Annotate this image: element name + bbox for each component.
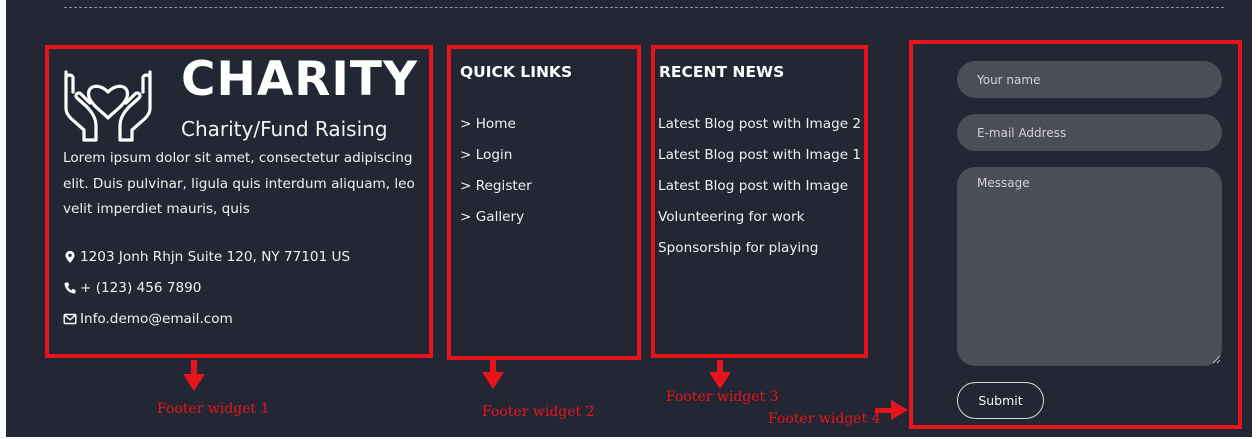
quick-link-gallery[interactable]: > Gallery xyxy=(460,207,524,227)
annotation-footer-widget-4: Footer widget 4 xyxy=(768,411,881,427)
news-item[interactable]: Sponsorship for playing xyxy=(658,238,874,258)
charity-hands-heart-icon xyxy=(64,70,152,142)
recent-news-heading: RECENT NEWS xyxy=(659,63,785,81)
brand-subtitle: Charity/Fund Raising xyxy=(181,117,388,141)
address-line: 1203 Jonh Rhjn Suite 120, NY 77101 US xyxy=(63,247,350,267)
email-input[interactable] xyxy=(957,114,1222,151)
resize-grip-icon[interactable] xyxy=(1212,355,1221,364)
envelope-icon xyxy=(63,313,77,325)
name-input[interactable] xyxy=(957,61,1222,98)
page-edge-left xyxy=(0,0,6,439)
arrow-down-icon xyxy=(709,360,731,389)
arrow-down-icon xyxy=(183,360,205,391)
phone-line: + (123) 456 7890 xyxy=(63,278,201,298)
footer-widget-2-highlight xyxy=(447,45,641,360)
news-item[interactable]: Latest Blog post with Image 1 xyxy=(658,145,874,165)
news-item[interactable]: Latest Blog post with Image 2 xyxy=(658,114,874,134)
annotation-footer-widget-1: Footer widget 1 xyxy=(157,401,270,417)
footer-widget-3-highlight xyxy=(651,45,868,358)
quick-link-register[interactable]: > Register xyxy=(460,176,532,196)
submit-button[interactable]: Submit xyxy=(957,382,1044,419)
email-text[interactable]: Info.demo@email.com xyxy=(80,309,233,329)
footer-divider xyxy=(64,7,1224,8)
quick-links-heading: QUICK LINKS xyxy=(460,63,573,81)
news-item[interactable]: Latest Blog post with Image xyxy=(658,176,874,196)
phone-icon xyxy=(64,282,76,294)
arrow-down-icon xyxy=(482,360,504,389)
annotation-footer-widget-2: Footer widget 2 xyxy=(482,404,595,420)
email-line: Info.demo@email.com xyxy=(63,309,233,329)
message-textarea[interactable] xyxy=(957,167,1222,366)
phone-text[interactable]: + (123) 456 7890 xyxy=(80,278,201,298)
news-item[interactable]: Volunteering for work xyxy=(658,207,874,227)
quick-link-home[interactable]: > Home xyxy=(460,114,516,134)
map-marker-icon xyxy=(65,251,75,263)
address-text: 1203 Jonh Rhjn Suite 120, NY 77101 US xyxy=(80,249,351,265)
annotation-footer-widget-3: Footer widget 3 xyxy=(666,389,779,405)
brand-title: CHARITY xyxy=(181,52,418,107)
about-text: Lorem ipsum dolor sit amet, consectetur … xyxy=(63,150,415,217)
page-edge-right xyxy=(1252,0,1258,439)
quick-link-login[interactable]: > Login xyxy=(460,145,512,165)
